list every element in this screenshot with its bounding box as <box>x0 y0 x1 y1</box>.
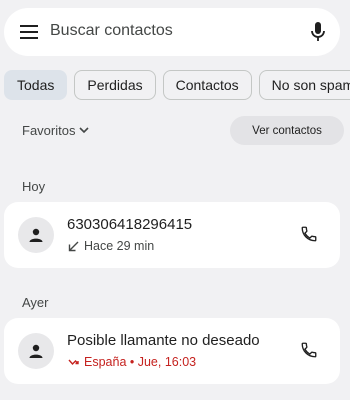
filter-chip-perdidas[interactable]: Perdidas <box>74 70 156 100</box>
menu-icon[interactable] <box>20 24 38 40</box>
call-detail: Hace 29 min <box>68 239 154 253</box>
search-input[interactable] <box>50 22 290 40</box>
favorites-toggle[interactable]: Favoritos <box>22 123 90 138</box>
call-time: Hace 29 min <box>84 239 155 253</box>
search-bar[interactable] <box>4 8 340 56</box>
section-title-yesterday: Ayer <box>22 295 49 310</box>
filter-chip-contactos[interactable]: Contactos <box>162 70 252 100</box>
filter-chip-no-spam[interactable]: No son spam <box>258 70 350 100</box>
caller-name: 630306418296415 <box>67 216 193 233</box>
phone-icon[interactable] <box>300 341 318 359</box>
chevron-down-icon <box>79 127 90 134</box>
call-log-item[interactable]: 630306418296415 Hace 29 min <box>4 202 340 268</box>
missed-call-icon <box>68 359 79 365</box>
call-log-item[interactable]: Posible llamante no deseado España • Jue… <box>4 318 340 384</box>
incoming-call-icon <box>68 241 79 251</box>
caller-name: Posible llamante no deseado <box>67 332 260 349</box>
call-detail: España • Jue, 16:03 <box>68 355 196 369</box>
phone-icon[interactable] <box>300 225 318 243</box>
avatar <box>18 333 54 369</box>
person-icon <box>29 344 43 358</box>
filter-chips: Todas Perdidas Contactos No son spam <box>4 70 350 100</box>
filter-chip-todas[interactable]: Todas <box>4 70 68 100</box>
favorites-label: Favoritos <box>22 123 76 138</box>
person-icon <box>29 228 43 242</box>
section-title-today: Hoy <box>22 179 46 194</box>
avatar <box>18 217 54 253</box>
see-contacts-button[interactable]: Ver contactos <box>230 116 344 145</box>
microphone-icon[interactable] <box>310 21 326 43</box>
call-location-time: España • Jue, 16:03 <box>84 355 197 369</box>
